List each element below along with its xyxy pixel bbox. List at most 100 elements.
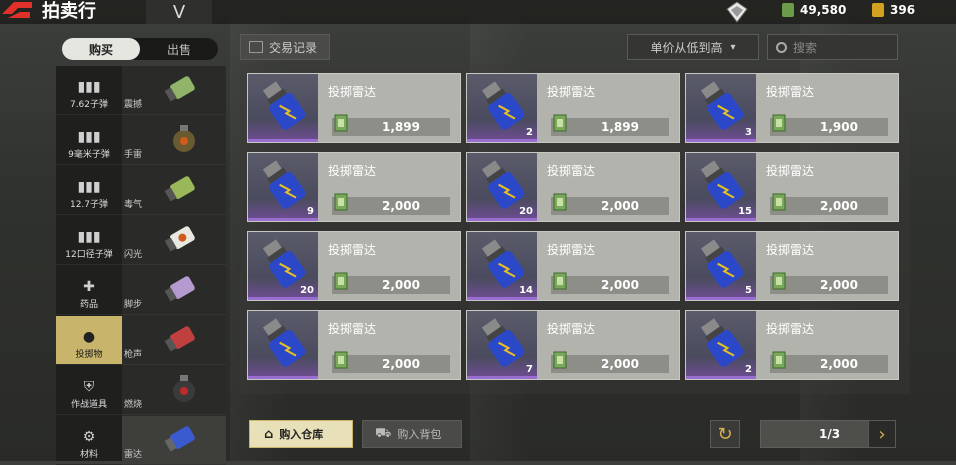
category-item[interactable]: ⚙ 材料 (56, 416, 122, 465)
next-page-button[interactable]: › (868, 420, 896, 448)
item-name: 投掷雷达 (766, 243, 815, 257)
frag-grenade-icon (173, 125, 195, 152)
category-item-active[interactable]: ● 投掷物 (56, 316, 122, 365)
item-quantity: 3 (745, 127, 752, 138)
item-card[interactable]: 20 投掷雷达 2,000 (247, 231, 461, 301)
top-bar: 拍卖行 V 49,580 396 (0, 0, 956, 24)
cash-icon (553, 114, 567, 132)
item-name: 投掷雷达 (328, 164, 377, 178)
item-price: 1,899 (382, 120, 420, 134)
subcategory-item[interactable]: 毒气 (122, 166, 226, 215)
coupon-value: 396 (890, 3, 916, 17)
item-price: 2,000 (382, 357, 420, 371)
category-item[interactable]: ▮▮▮ 7.62子弹 (56, 66, 122, 115)
search-placeholder: 搜索 (793, 40, 818, 55)
cash-value: 49,580 (800, 3, 847, 17)
item-image (248, 311, 318, 379)
item-card[interactable]: 3 投掷雷达 1,900 (685, 73, 899, 143)
cash-icon (553, 351, 567, 369)
item-quantity: 20 (519, 206, 533, 217)
subcategory-item-active[interactable]: 雷达 (122, 416, 226, 465)
subcategory-item[interactable]: 闪光 (122, 216, 226, 265)
stun-grenade-icon (164, 76, 195, 102)
item-image: 2 (467, 74, 537, 142)
subcategory-item[interactable]: 手雷 (122, 116, 226, 165)
refresh-icon: ↻ (717, 423, 733, 445)
subcategory-item[interactable]: 脚步 (122, 266, 226, 315)
menu-dropdown-button[interactable]: V (146, 0, 212, 24)
item-name: 投掷雷达 (766, 322, 815, 336)
subcategory-list: 震撼 手雷 毒气 闪光 脚步 枪声 燃烧 雷达 (122, 66, 226, 465)
item-price: 2,000 (820, 357, 858, 371)
coupon-balance: 396 (872, 0, 915, 20)
chevron-right-icon: › (878, 423, 886, 445)
item-card[interactable]: 9 投掷雷达 2,000 (247, 152, 461, 222)
throwable-icon: ● (82, 329, 96, 345)
cash-icon (334, 272, 348, 290)
item-card[interactable]: 投掷雷达 1,899 (247, 73, 461, 143)
trade-record-button[interactable]: 交易记录 (240, 34, 330, 60)
category-item[interactable]: ▮▮▮ 12.7子弹 (56, 166, 122, 215)
category-item[interactable]: ✚ 药品 (56, 266, 122, 315)
category-item[interactable]: ▮▮▮ 12口径子弹 (56, 216, 122, 265)
item-quantity: 20 (300, 285, 314, 296)
refresh-button[interactable]: ↻ (710, 420, 740, 448)
tab-buy[interactable]: 购买 (62, 38, 140, 60)
item-card[interactable]: 5 投掷雷达 2,000 (685, 231, 899, 301)
category-list: ▮▮▮ 7.62子弹 ▮▮▮ 9毫米子弹 ▮▮▮ 12.7子弹 ▮▮▮ 12口径子弹 ✚… (56, 66, 122, 465)
search-input[interactable]: 搜索 (767, 34, 898, 60)
cash-icon (772, 351, 786, 369)
radar-grenade-icon (164, 426, 195, 452)
cash-icon (334, 193, 348, 211)
tab-sell[interactable]: 出售 (140, 38, 218, 60)
item-quantity: 9 (307, 206, 314, 217)
footstep-grenade-icon (164, 276, 195, 302)
item-image: 15 (686, 153, 756, 221)
item-name: 投掷雷达 (547, 164, 596, 178)
crate-icon[interactable] (726, 1, 748, 23)
item-card[interactable]: 20 投掷雷达 2,000 (466, 152, 680, 222)
item-image: 3 (686, 74, 756, 142)
ammo-icon: ▮▮▮ (77, 179, 101, 195)
back-logo-icon[interactable] (0, 0, 34, 20)
warehouse-icon: ⌂ (264, 426, 274, 442)
buy-to-warehouse-button[interactable]: ⌂ 购入仓库 (249, 420, 353, 448)
item-name: 投掷雷达 (547, 322, 596, 336)
coupon-icon (872, 3, 884, 17)
item-image: 20 (248, 232, 318, 300)
cash-icon (334, 114, 348, 132)
molotov-grenade-icon (173, 375, 195, 402)
item-card[interactable]: 2 投掷雷达 2,000 (685, 310, 899, 380)
category-item[interactable]: ▮▮▮ 9毫米子弹 (56, 116, 122, 165)
category-item[interactable]: ⛨ 作战道具 (56, 366, 122, 415)
item-card[interactable]: 15 投掷雷达 2,000 (685, 152, 899, 222)
item-image (248, 74, 318, 142)
item-image: 20 (467, 153, 537, 221)
ammo-icon: ▮▮▮ (77, 79, 101, 95)
backpack-icon: ⛟ (375, 425, 392, 441)
item-price: 1,899 (601, 120, 639, 134)
item-name: 投掷雷达 (328, 85, 377, 99)
buy-to-backpack-button[interactable]: ⛟ 购入背包 (362, 420, 462, 448)
item-card[interactable]: 投掷雷达 2,000 (247, 310, 461, 380)
item-name: 投掷雷达 (328, 243, 377, 257)
item-card[interactable]: 7 投掷雷达 2,000 (466, 310, 680, 380)
subcategory-item[interactable]: 震撼 (122, 66, 226, 115)
item-quantity: 2 (526, 127, 533, 138)
sort-dropdown[interactable]: 单价从低到高 ▾ (627, 34, 759, 60)
item-grid: 投掷雷达 1,899 2 投掷雷达 1,899 3 投掷雷达 1,900 9 投掷雷达 2,000 2… (240, 64, 910, 394)
gunshot-grenade-icon (164, 326, 195, 352)
item-quantity: 5 (745, 285, 752, 296)
item-card[interactable]: 14 投掷雷达 2,000 (466, 231, 680, 301)
radar-grenade-icon (262, 318, 306, 367)
mode-tabs: 购买 出售 (62, 38, 218, 60)
item-image: 2 (686, 311, 756, 379)
item-card[interactable]: 2 投掷雷达 1,899 (466, 73, 680, 143)
cash-icon (553, 272, 567, 290)
subcategory-item[interactable]: 燃烧 (122, 366, 226, 415)
item-quantity: 15 (738, 206, 752, 217)
item-name: 投掷雷达 (547, 85, 596, 99)
shield-plus-icon: ⛨ (83, 379, 95, 395)
cash-icon (772, 114, 786, 132)
subcategory-item[interactable]: 枪声 (122, 316, 226, 365)
